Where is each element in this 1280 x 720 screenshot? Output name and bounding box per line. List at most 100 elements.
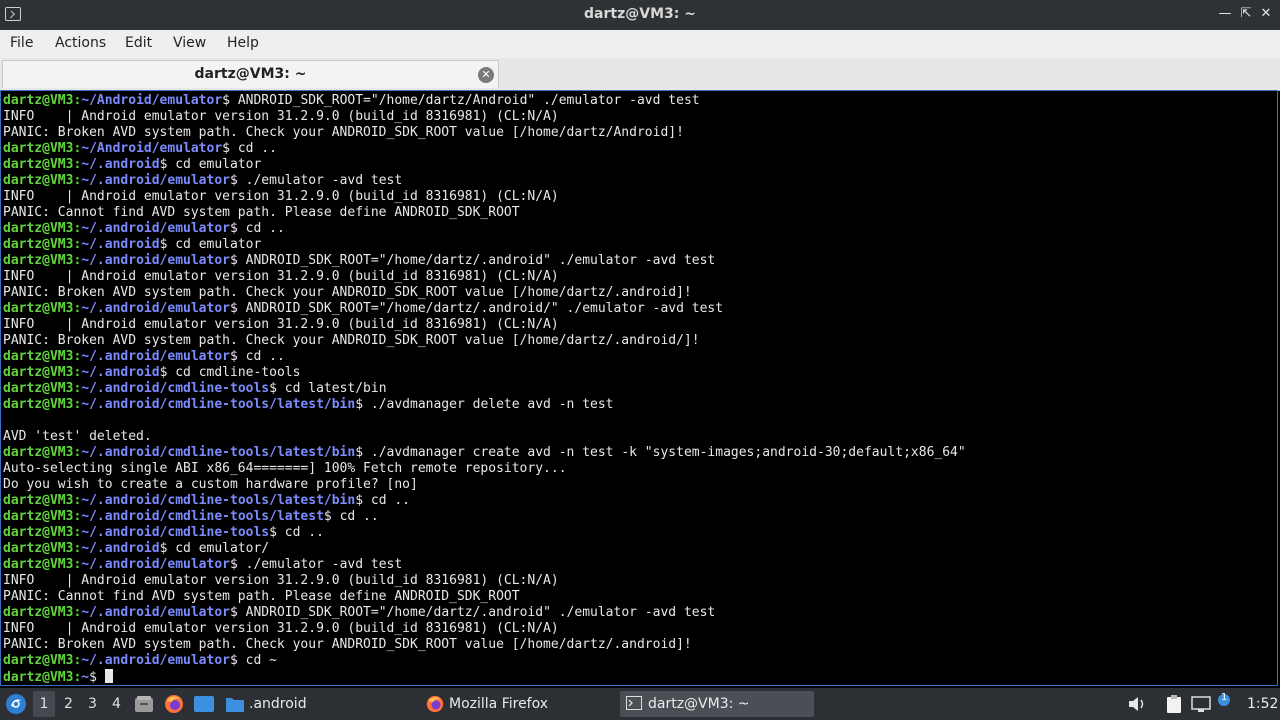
terminal-line: dartz@VM3:~/.android/emulator$ ./emulato…	[3, 557, 966, 573]
terminal-cursor	[104, 669, 113, 683]
clipboard-icon[interactable]	[1164, 694, 1184, 714]
command-text: $ cd emulator/	[159, 541, 270, 556]
terminal-output[interactable]: dartz@VM3:~/Android/emulator$ ANDROID_SD…	[0, 90, 1278, 686]
clock[interactable]: 1:52	[1247, 691, 1278, 717]
menu-bar: File Actions Edit View Help	[0, 30, 1280, 59]
command-text: $ ./emulator -avd test	[230, 173, 403, 188]
output-text: PANIC: Broken AVD system path. Check you…	[3, 333, 700, 348]
menu-actions[interactable]: Actions	[55, 35, 106, 51]
prompt-path: ~/.android/cmdline-tools/latest	[81, 509, 324, 524]
prompt-user: dartz@VM3:	[3, 237, 82, 252]
prompt-user: dartz@VM3:	[3, 93, 82, 108]
tab-label: dartz@VM3: ~	[194, 66, 307, 82]
terminal-line: dartz@VM3:~/.android$ cd emulator	[3, 157, 966, 173]
menu-help[interactable]: Help	[227, 35, 259, 51]
desktop-launcher-icon[interactable]	[193, 694, 215, 714]
prompt-path: ~/.android/cmdline-tools	[81, 381, 270, 396]
prompt-path: ~/.android/emulator	[81, 253, 230, 268]
terminal-line: INFO | Android emulator version 31.2.9.0…	[3, 621, 966, 637]
output-text: INFO | Android emulator version 31.2.9.0…	[3, 269, 559, 284]
terminal-line: dartz@VM3:~/.android/cmdline-tools$ cd l…	[3, 381, 966, 397]
terminal-line: dartz@VM3:~/Android/emulator$ ANDROID_SD…	[3, 93, 966, 109]
taskbar: 1 2 3 4 .android Mozilla Firefox dartz@V…	[0, 688, 1280, 720]
prompt-user: dartz@VM3:	[3, 557, 82, 572]
menu-edit[interactable]: Edit	[125, 35, 152, 51]
prompt-path: ~/.android/emulator	[81, 301, 230, 316]
command-text: $ ANDROID_SDK_ROOT="/home/dartz/.android…	[230, 605, 716, 620]
command-text: $ cd ..	[269, 525, 324, 540]
command-text: $ cd ..	[230, 349, 285, 364]
prompt-path: ~/.android/emulator	[81, 221, 230, 236]
terminal-line: dartz@VM3:~/.android/emulator$ cd ..	[3, 221, 966, 237]
minimize-icon[interactable]: —	[1216, 5, 1234, 23]
window-title: dartz@VM3: ~	[584, 6, 696, 22]
prompt-user: dartz@VM3:	[3, 509, 82, 524]
terminal-line: INFO | Android emulator version 31.2.9.0…	[3, 189, 966, 205]
start-menu-icon[interactable]	[5, 693, 27, 715]
output-text: INFO | Android emulator version 31.2.9.0…	[3, 189, 559, 204]
terminal-icon	[626, 696, 642, 710]
output-text: PANIC: Cannot find AVD system path. Plea…	[3, 589, 520, 604]
notification-count: 1	[1221, 692, 1228, 703]
menu-file[interactable]: File	[10, 35, 33, 51]
command-text: $ cd ~	[230, 653, 277, 668]
workspace-2[interactable]: 2	[64, 696, 73, 712]
taskbar-folder-android[interactable]: .android	[225, 691, 415, 717]
workspace-1[interactable]: 1	[33, 691, 55, 717]
workspace-3[interactable]: 3	[88, 696, 97, 712]
terminal-line: dartz@VM3:~/.android/emulator$ ANDROID_S…	[3, 253, 966, 269]
prompt-path: ~/.android/cmdline-tools/latest/bin	[81, 445, 356, 460]
output-text: PANIC: Broken AVD system path. Check you…	[3, 285, 692, 300]
file-manager-launcher-icon[interactable]	[134, 695, 154, 713]
command-text: $ ANDROID_SDK_ROOT="/home/dartz/.android…	[230, 253, 716, 268]
prompt-user: dartz@VM3:	[3, 653, 82, 668]
terminal-line: dartz@VM3:~/.android/emulator$ cd ~	[3, 653, 966, 669]
terminal-line: dartz@VM3:~/.android/emulator$ ANDROID_S…	[3, 301, 966, 317]
taskbar-firefox-label: Mozilla Firefox	[449, 696, 549, 712]
terminal-line: PANIC: Broken AVD system path. Check you…	[3, 637, 966, 653]
prompt-user: dartz@VM3:	[3, 221, 82, 236]
workspace-4[interactable]: 4	[112, 696, 121, 712]
terminal-line: dartz@VM3:~/.android/cmdline-tools/lates…	[3, 397, 966, 413]
maximize-icon[interactable]: ⇱	[1237, 5, 1255, 23]
volume-icon[interactable]	[1127, 695, 1147, 713]
menu-view[interactable]: View	[173, 35, 206, 51]
terminal-line: dartz@VM3:~/Android/emulator$ cd ..	[3, 141, 966, 157]
network-icon[interactable]	[1191, 695, 1211, 713]
tab-bar: dartz@VM3: ~ ✕	[0, 58, 1280, 91]
prompt-user: dartz@VM3:	[3, 541, 82, 556]
firefox-launcher-icon[interactable]	[163, 693, 185, 715]
prompt-path: ~/Android/emulator	[81, 93, 223, 108]
taskbar-terminal[interactable]: dartz@VM3: ~	[620, 691, 814, 717]
window-titlebar[interactable]: dartz@VM3: ~ — ⇱ ✕	[0, 0, 1280, 30]
close-tab-icon[interactable]: ✕	[478, 67, 494, 83]
folder-icon	[226, 698, 244, 712]
prompt-user: dartz@VM3:	[3, 381, 82, 396]
output-text: AVD 'test' deleted.	[3, 429, 152, 444]
command-text: $ cd emulator	[159, 237, 262, 252]
output-text: Do you wish to create a custom hardware …	[3, 477, 418, 492]
tab-terminal[interactable]: dartz@VM3: ~ ✕	[2, 60, 499, 88]
terminal-line: dartz@VM3:~/.android/cmdline-tools$ cd .…	[3, 525, 966, 541]
command-text: $ ANDROID_SDK_ROOT="/home/dartz/.android…	[230, 301, 724, 316]
prompt-path: ~/.android/cmdline-tools/latest/bin	[81, 493, 356, 508]
taskbar-firefox[interactable]: Mozilla Firefox	[425, 691, 615, 717]
terminal-line: PANIC: Broken AVD system path. Check you…	[3, 333, 966, 349]
firefox-icon	[426, 695, 444, 713]
prompt-user: dartz@VM3:	[3, 173, 82, 188]
prompt-path: ~/.android	[81, 541, 160, 556]
prompt-path: ~/.android/emulator	[81, 653, 230, 668]
terminal-line: INFO | Android emulator version 31.2.9.0…	[3, 269, 966, 285]
prompt-user: dartz@VM3:	[3, 525, 82, 540]
command-text: $ cd ..	[355, 493, 411, 508]
command-text: $ cd latest/bin	[269, 381, 387, 396]
close-window-icon[interactable]: ✕	[1257, 5, 1275, 23]
prompt-user: dartz@VM3:	[3, 349, 82, 364]
prompt-path: ~/.android/cmdline-tools	[81, 525, 270, 540]
output-text: PANIC: Cannot find AVD system path. Plea…	[3, 205, 520, 220]
notification-icon[interactable]: 1	[1216, 692, 1234, 715]
prompt-user: dartz@VM3:	[3, 141, 82, 156]
terminal-line: PANIC: Broken AVD system path. Check you…	[3, 125, 966, 141]
prompt-path: ~/Android/emulator	[81, 141, 223, 156]
